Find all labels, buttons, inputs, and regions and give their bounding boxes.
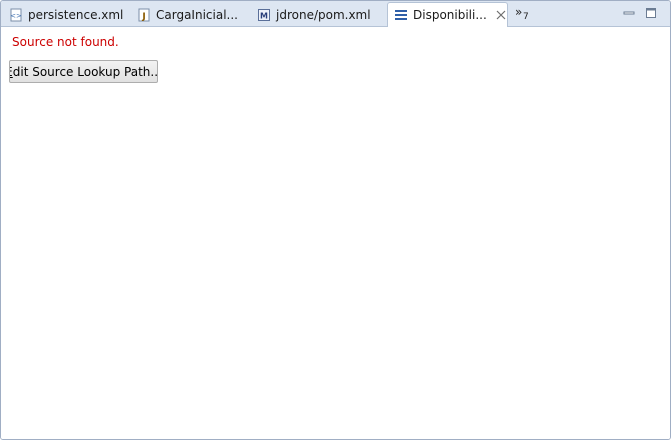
chevron-right-icon: »: [515, 5, 523, 19]
svg-text:J: J: [141, 12, 145, 22]
minimize-icon: [623, 11, 635, 15]
tab-label: persistence.xml: [28, 8, 124, 22]
minimize-button[interactable]: [622, 6, 636, 20]
svg-text:M: M: [260, 12, 268, 21]
close-icon[interactable]: [495, 9, 507, 21]
editor-tab-bar: <> persistence.xml J CargaInicial... M j…: [1, 1, 670, 27]
editor-content: Source not found. Edit Source Lookup Pat…: [1, 28, 670, 439]
tab-persistence-xml[interactable]: <> persistence.xml: [3, 3, 131, 27]
tab-jdrone-pom[interactable]: M jdrone/pom.xml: [251, 3, 387, 27]
maximize-button[interactable]: [644, 6, 658, 20]
svg-text:<>: <>: [10, 12, 22, 20]
source-not-found-message: Source not found.: [12, 35, 119, 49]
tab-label: CargaInicial...: [156, 8, 238, 22]
tab-disponibilidade[interactable]: Disponibili...: [387, 2, 508, 27]
tab-overflow-button[interactable]: » 7: [514, 5, 538, 25]
button-label: dit Source Lookup Path...: [12, 64, 158, 79]
tab-cargainicial[interactable]: J CargaInicial...: [131, 3, 251, 27]
class-file-icon: [394, 8, 408, 22]
maximize-icon: [646, 8, 656, 18]
maven-pom-icon: M: [257, 8, 271, 22]
tab-label: jdrone/pom.xml: [276, 8, 371, 22]
java-file-icon: J: [137, 8, 151, 22]
xml-file-icon: <>: [9, 8, 23, 22]
hidden-tab-count: 7: [523, 12, 529, 22]
edit-source-lookup-path-button[interactable]: Edit Source Lookup Path...: [9, 60, 158, 83]
editor-area: <> persistence.xml J CargaInicial... M j…: [0, 0, 671, 440]
tab-label: Disponibili...: [413, 8, 487, 22]
